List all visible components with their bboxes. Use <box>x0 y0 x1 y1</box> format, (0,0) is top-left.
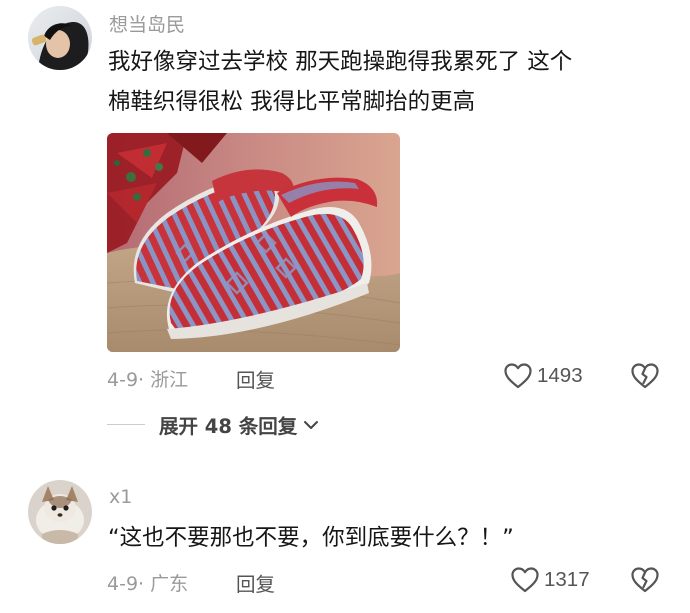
comment-item: 想当岛民 我好像穿过去学校 那天跑操跑得我累死了 这个 棉鞋织得很松 我得比平常… <box>0 0 690 460</box>
username[interactable]: x1 <box>109 486 132 508</box>
comment-date-location: 4-9· 浙江 <box>107 369 189 391</box>
username[interactable]: 想当岛民 <box>109 10 185 37</box>
like-button[interactable]: 1317 <box>510 566 590 594</box>
expand-replies-button[interactable]: 展开 48 条回复 <box>107 410 319 439</box>
broken-heart-icon <box>631 567 659 593</box>
avatar[interactable] <box>28 480 92 544</box>
like-button[interactable]: 1493 <box>503 362 583 390</box>
like-count: 1493 <box>537 364 583 387</box>
comment-text: “这也不要那也不要，你到底要什么？！” <box>108 525 514 551</box>
avatar[interactable] <box>28 6 92 70</box>
comment-text: 我好像穿过去学校 那天跑操跑得我累死了 这个 棉鞋织得很松 我得比平常脚抬的更高 <box>108 42 668 122</box>
comment-text-line: 棉鞋织得很松 我得比平常脚抬的更高 <box>108 89 476 115</box>
chevron-down-icon <box>304 420 319 429</box>
reply-button[interactable]: 回复 <box>236 568 275 597</box>
comment-text-line: 我好像穿过去学校 那天跑操跑得我累死了 这个 <box>108 49 573 75</box>
avatar-image <box>28 6 92 70</box>
dislike-button[interactable] <box>630 566 660 598</box>
slippers-image <box>107 133 400 352</box>
broken-heart-icon <box>631 363 659 389</box>
dislike-button[interactable] <box>630 362 660 394</box>
comment-item: x1 “这也不要那也不要，你到底要什么？！” 4-9· 广东 回复 1317 <box>0 460 690 613</box>
reply-button[interactable]: 回复 <box>236 364 275 393</box>
heart-outline-icon <box>511 567 539 593</box>
avatar-image <box>28 480 92 544</box>
divider <box>107 423 145 426</box>
comment-date-location: 4-9· 广东 <box>107 573 189 595</box>
heart-outline-icon <box>504 363 532 389</box>
expand-replies-label: 展开 48 条回复 <box>159 415 298 438</box>
like-count: 1317 <box>544 568 590 591</box>
comment-photo[interactable] <box>107 133 400 352</box>
